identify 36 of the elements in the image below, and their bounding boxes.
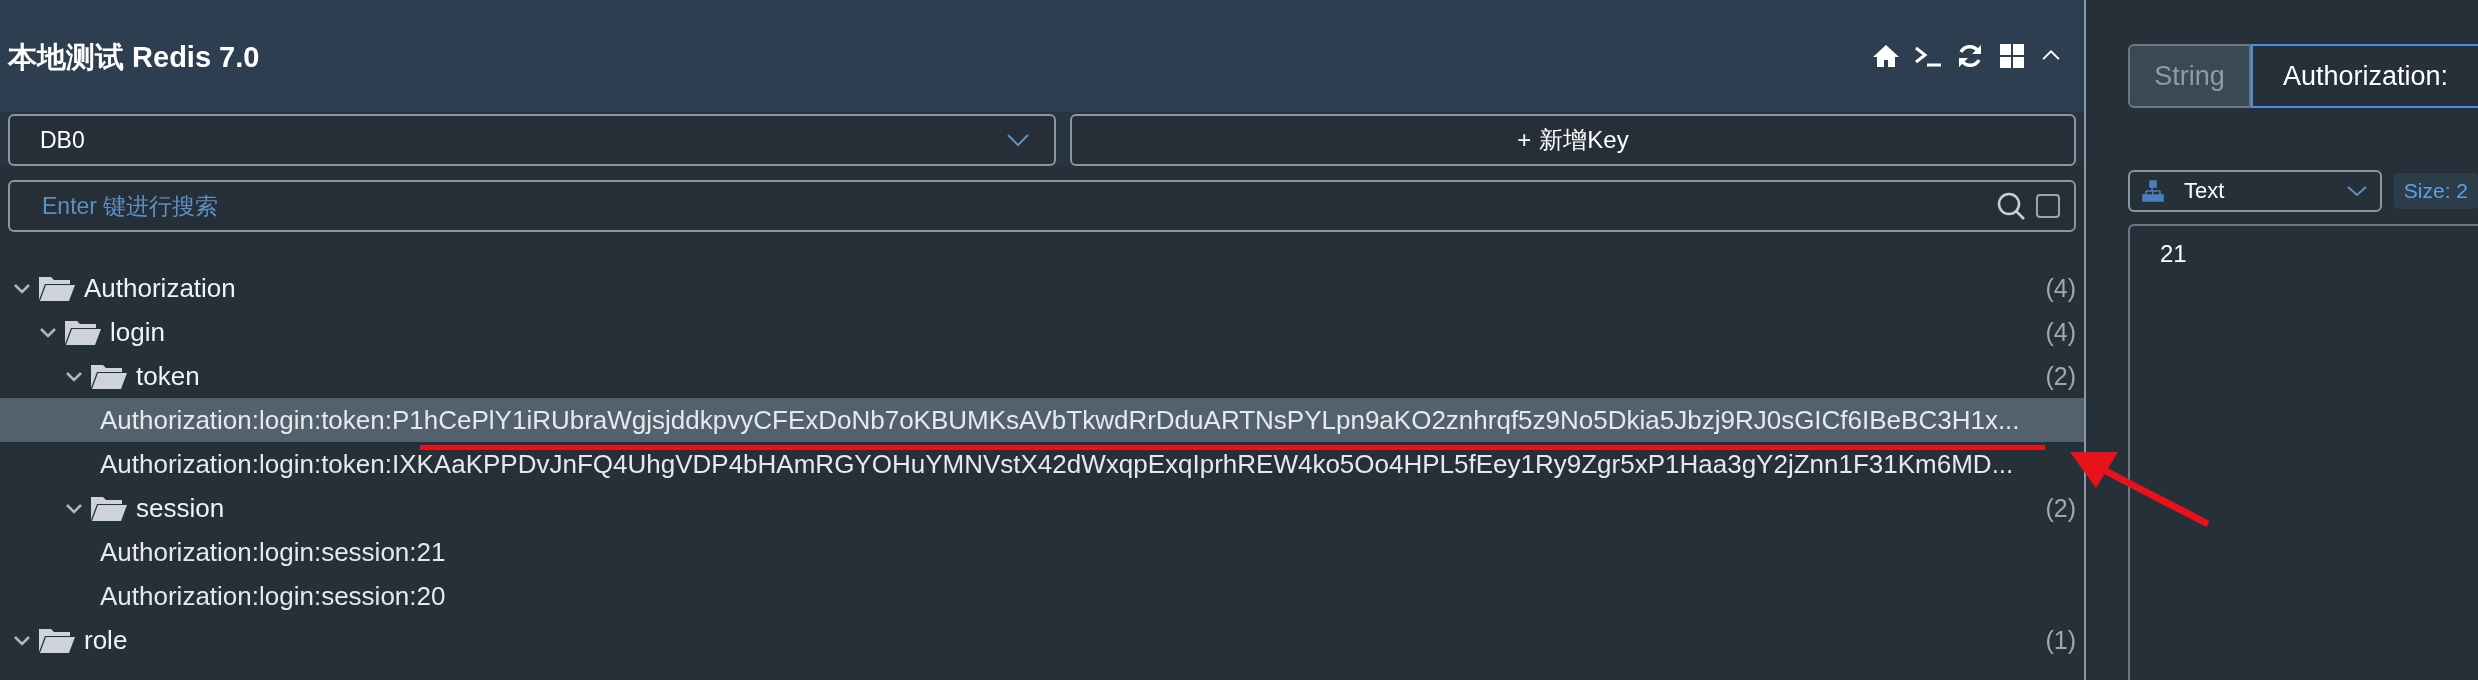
type-tab[interactable]: Authorization: bbox=[2250, 44, 2478, 108]
folder-icon bbox=[38, 626, 76, 654]
key-item[interactable]: Authorization:login:session:21 bbox=[0, 530, 2084, 574]
search-bar[interactable]: Enter 键进行搜索 bbox=[8, 180, 2076, 232]
search-icon[interactable] bbox=[1996, 191, 2026, 221]
caret-icon[interactable] bbox=[2345, 185, 2368, 197]
checkbox[interactable] bbox=[2036, 194, 2060, 218]
connection-title: 本地测试 Redis 7.0 bbox=[8, 40, 260, 75]
key-count: (1) bbox=[2045, 625, 2076, 655]
value-editor[interactable]: 21 bbox=[2128, 224, 2478, 680]
folder-label[interactable]: role bbox=[84, 624, 2046, 656]
folder-icon bbox=[90, 362, 128, 390]
key-item[interactable]: Authorization:login:token:IXKAaKPPDvJnFQ4UhgVDP4bHAmRGYOHuYMNVstX42dWxqpExqIprhREW4ko5Oo4HPL5fEey1Ry9Zgr5xP1Haa3gY2jZnn1F31Km6MD... bbox=[0, 442, 2084, 486]
folder-label[interactable]: Authorization bbox=[84, 272, 2046, 304]
grid-icon[interactable] bbox=[1998, 42, 2026, 70]
format-select[interactable]: Text bbox=[2128, 170, 2382, 212]
folder-icon bbox=[90, 494, 128, 522]
folder-icon bbox=[64, 318, 102, 346]
hierarchy-icon bbox=[2142, 180, 2164, 202]
database-select[interactable]: DB0 bbox=[8, 114, 1056, 166]
folder-label[interactable]: login bbox=[110, 316, 2046, 348]
folder-label[interactable]: token bbox=[136, 360, 2046, 392]
folder-icon bbox=[38, 274, 76, 302]
caret-icon[interactable] bbox=[1006, 133, 1030, 147]
key-item[interactable]: Authorization:login:session:20 bbox=[0, 574, 2084, 618]
key-item[interactable]: Authorization:login:token:P1hCePlY1iRUbraWgjsjddkpvyCFExDoNb7oKBUMKsAVbTkwdRrDduARTNsPYLpn9aKO2znhrqf5z9No5Dkia5Jbzj9RJ0sGICf6IBeBC3H1x... bbox=[0, 398, 2084, 442]
key-count: (4) bbox=[2045, 273, 2076, 303]
refresh-icon[interactable] bbox=[1956, 42, 1984, 70]
key-count: (4) bbox=[2045, 317, 2076, 347]
folder-label[interactable]: session bbox=[136, 492, 2046, 524]
add-key-button[interactable]: + 新增Key bbox=[1070, 114, 2076, 166]
key-count: (2) bbox=[2045, 361, 2076, 391]
size-badge: Size: 2 bbox=[2393, 173, 2478, 209]
home-icon[interactable] bbox=[1872, 42, 1900, 70]
key-count: (2) bbox=[2045, 493, 2076, 523]
search-field[interactable]: Enter 键进行搜索 bbox=[40, 191, 1996, 221]
